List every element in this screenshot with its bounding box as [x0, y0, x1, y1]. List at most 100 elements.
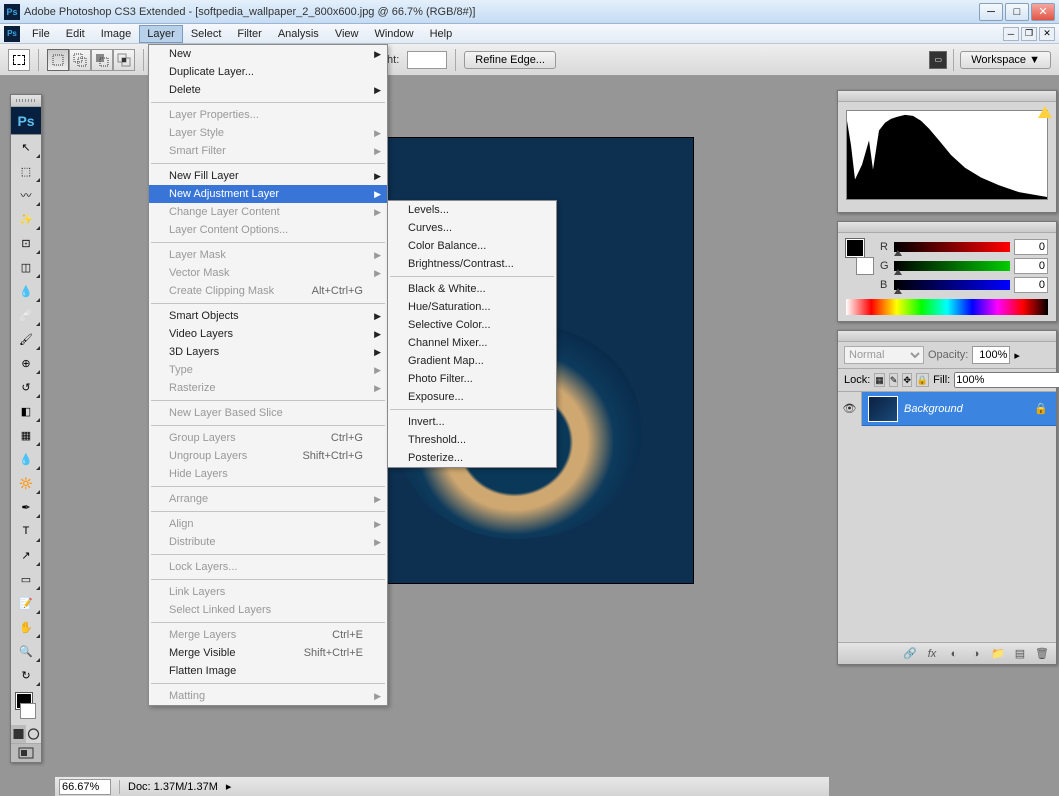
selection-mode-intersect[interactable]	[113, 49, 135, 71]
adjustment-layer-icon[interactable]: ◑	[968, 646, 984, 662]
color-ramp[interactable]	[846, 299, 1048, 315]
tool-stamp[interactable]: ⊕	[11, 351, 41, 375]
menu-layer[interactable]: Layer	[139, 25, 183, 43]
panel-grip[interactable]	[838, 91, 1056, 102]
tool-wand[interactable]: ✨	[11, 207, 41, 231]
delete-layer-icon[interactable]: 🗑	[1034, 646, 1050, 662]
close-button[interactable]: ✕	[1031, 3, 1055, 21]
lock-pixels-icon[interactable]: ✎	[889, 373, 899, 387]
layer-item[interactable]: 👁 Background 🔒	[838, 392, 1056, 426]
menu-item-video-layers[interactable]: Video Layers▶	[149, 325, 387, 343]
layer-style-icon[interactable]: fx	[924, 646, 940, 662]
layer-name[interactable]: Background	[904, 403, 1032, 415]
opacity-flyout[interactable]: ▸	[1014, 349, 1020, 362]
b-slider[interactable]	[894, 280, 1010, 290]
tool-notes[interactable]: 📝	[11, 591, 41, 615]
g-input[interactable]	[1014, 258, 1048, 274]
menu-item-channel-mixer[interactable]: Channel Mixer...	[388, 334, 556, 352]
menu-file[interactable]: File	[24, 25, 58, 43]
selection-mode-new[interactable]	[47, 49, 69, 71]
panel-grip[interactable]	[838, 222, 1056, 233]
doc-size-flyout[interactable]: ▸	[226, 780, 232, 793]
tool-brush[interactable]: 🖌	[11, 327, 41, 351]
tool-history-brush[interactable]: ↺	[11, 375, 41, 399]
minimize-button[interactable]: ─	[979, 3, 1003, 21]
lock-trans-icon[interactable]: ▦	[874, 373, 885, 387]
new-group-icon[interactable]: 📁	[990, 646, 1006, 662]
selection-mode-subtract[interactable]	[91, 49, 113, 71]
menu-item-new[interactable]: New▶	[149, 45, 387, 63]
menu-edit[interactable]: Edit	[58, 25, 93, 43]
tool-type[interactable]: T	[11, 519, 41, 543]
quick-mask-icon[interactable]	[26, 725, 41, 743]
tool-blur[interactable]: 💧	[11, 447, 41, 471]
tool-hand[interactable]: ✋	[11, 615, 41, 639]
mdi-restore-button[interactable]: ❐	[1021, 27, 1037, 41]
background-swatch[interactable]	[20, 703, 36, 719]
menu-item-curves[interactable]: Curves...	[388, 219, 556, 237]
tool-preset-picker[interactable]	[8, 49, 30, 71]
tool-zoom[interactable]: 🔍	[11, 639, 41, 663]
workspace-menu[interactable]: Workspace ▼	[960, 51, 1051, 69]
link-layers-icon[interactable]: 🔗	[902, 646, 918, 662]
panel-grip[interactable]	[838, 331, 1056, 342]
menu-item-delete[interactable]: Delete▶	[149, 81, 387, 99]
tool-healing[interactable]: 🩹	[11, 303, 41, 327]
tool-lasso[interactable]: 〰	[11, 183, 41, 207]
menu-filter[interactable]: Filter	[229, 25, 269, 43]
menu-item-new-adjustment-layer[interactable]: New Adjustment Layer▶	[149, 185, 387, 203]
menu-item-selective-color[interactable]: Selective Color...	[388, 316, 556, 334]
screen-mode-icon[interactable]: ▭	[929, 51, 947, 69]
menu-item-flatten-image[interactable]: Flatten Image	[149, 662, 387, 680]
menu-image[interactable]: Image	[93, 25, 140, 43]
tool-dodge[interactable]: 🔆	[11, 471, 41, 495]
layer-mask-icon[interactable]: ◐	[946, 646, 962, 662]
menu-analysis[interactable]: Analysis	[270, 25, 327, 43]
b-input[interactable]	[1014, 277, 1048, 293]
lock-position-icon[interactable]: ✥	[902, 373, 912, 387]
menu-item-new-fill-layer[interactable]: New Fill Layer▶	[149, 167, 387, 185]
cache-warning-icon[interactable]	[1038, 106, 1052, 118]
menu-item-black-white[interactable]: Black & White...	[388, 280, 556, 298]
color-fg-swatch[interactable]	[846, 239, 864, 257]
menu-view[interactable]: View	[327, 25, 367, 43]
tool-gradient[interactable]: ▦	[11, 423, 41, 447]
selection-mode-add[interactable]	[69, 49, 91, 71]
tool-crop[interactable]: ⊡	[11, 231, 41, 255]
tool-eraser[interactable]: ◧	[11, 399, 41, 423]
menu-select[interactable]: Select	[183, 25, 230, 43]
menu-help[interactable]: Help	[422, 25, 461, 43]
menu-item-photo-filter[interactable]: Photo Filter...	[388, 370, 556, 388]
maximize-button[interactable]: □	[1005, 3, 1029, 21]
tool-pen[interactable]: ✒	[11, 495, 41, 519]
menu-item-gradient-map[interactable]: Gradient Map...	[388, 352, 556, 370]
toolbox-grip[interactable]	[11, 95, 41, 107]
opacity-input[interactable]	[972, 346, 1010, 364]
menu-item-merge-visible[interactable]: Merge VisibleShift+Ctrl+E	[149, 644, 387, 662]
visibility-icon[interactable]: 👁	[838, 392, 862, 426]
refine-edge-button[interactable]: Refine Edge...	[464, 51, 556, 69]
menu-item-levels[interactable]: Levels...	[388, 201, 556, 219]
blend-mode-select[interactable]: Normal	[844, 346, 924, 364]
menu-item-color-balance[interactable]: Color Balance...	[388, 237, 556, 255]
tool-eyedropper[interactable]: 💧	[11, 279, 41, 303]
tool-slice[interactable]: ◫	[11, 255, 41, 279]
menu-item-exposure[interactable]: Exposure...	[388, 388, 556, 406]
menu-item-hue-saturation[interactable]: Hue/Saturation...	[388, 298, 556, 316]
screen-mode-toggle[interactable]	[11, 744, 41, 762]
r-slider[interactable]	[894, 242, 1010, 252]
mdi-minimize-button[interactable]: ─	[1003, 27, 1019, 41]
tool-rectangle[interactable]: ▭	[11, 567, 41, 591]
g-slider[interactable]	[894, 261, 1010, 271]
new-layer-icon[interactable]: ▤	[1012, 646, 1028, 662]
height-input[interactable]	[407, 51, 447, 69]
layer-thumbnail[interactable]	[868, 396, 898, 422]
tool-rotate[interactable]: ↻	[11, 663, 41, 687]
tool-path-select[interactable]: ↗	[11, 543, 41, 567]
menu-item-duplicate-layer[interactable]: Duplicate Layer...	[149, 63, 387, 81]
menu-item-posterize[interactable]: Posterize...	[388, 449, 556, 467]
color-bg-swatch[interactable]	[856, 257, 874, 275]
menu-item-3d-layers[interactable]: 3D Layers▶	[149, 343, 387, 361]
tool-move[interactable]: ↖	[11, 135, 41, 159]
mdi-close-button[interactable]: ✕	[1039, 27, 1055, 41]
